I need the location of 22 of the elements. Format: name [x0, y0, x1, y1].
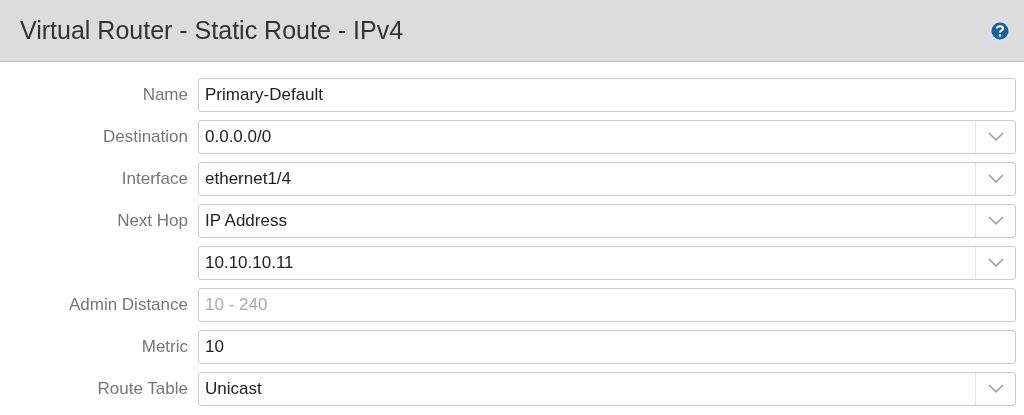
help-icon[interactable] [988, 18, 1012, 43]
field-label: Interface [121, 169, 188, 189]
dialog-title: Virtual Router - Static Route - IPv4 [20, 14, 404, 46]
field-label: Name [142, 85, 188, 105]
input-field[interactable]: 10 [198, 330, 1016, 364]
dropdown-field[interactable]: ethernet1/4 [198, 162, 1016, 196]
dropdown-field[interactable]: Unicast [198, 372, 1016, 406]
field-label: Next Hop [117, 211, 188, 231]
chevron-down-icon [987, 174, 1004, 184]
dropdown-field[interactable]: IP Address [198, 204, 1016, 238]
chevron-down-icon [987, 384, 1004, 394]
dropdown-field[interactable]: 0.0.0.0/0 [198, 120, 1016, 154]
chevron-down-icon [987, 132, 1004, 142]
chevron-down-icon [987, 258, 1004, 268]
input-field[interactable]: 10 - 240 [198, 288, 1016, 322]
field-label: Destination [102, 127, 188, 147]
chevron-down-icon [987, 216, 1004, 226]
field-label: Admin Distance [68, 295, 188, 315]
input-field[interactable]: Primary-Default [198, 78, 1016, 112]
field-label: Route Table [97, 379, 188, 399]
field-label: Metric [141, 337, 188, 357]
dropdown-field[interactable]: 10.10.10.11 [198, 246, 1016, 280]
